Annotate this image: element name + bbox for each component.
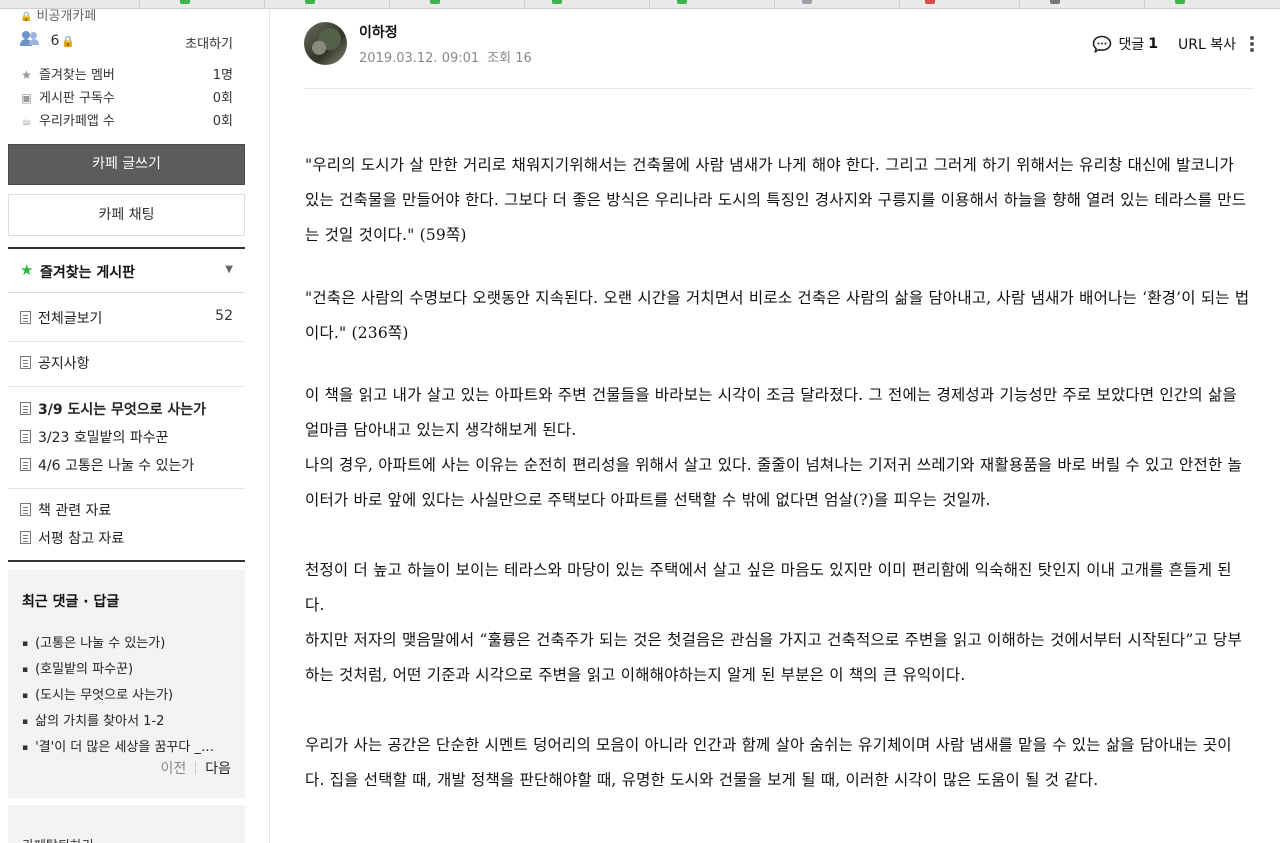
author-name[interactable]: 이하정 (359, 22, 398, 42)
stat-value: 0회 (212, 91, 233, 106)
menu-review-resources[interactable]: 서평 참고 자료 (8, 527, 245, 553)
author-avatar[interactable] (304, 22, 347, 65)
post-meta: 2019.03.12. 09:01 조회 16 (359, 47, 532, 66)
article-actions: 댓글 1 URL 복사 (1092, 33, 1254, 55)
invite-button[interactable]: 초대하기 (185, 33, 233, 52)
post-count: 52 (215, 308, 233, 324)
browser-tab[interactable] (900, 0, 1020, 8)
browser-tab-strip (0, 0, 1280, 9)
cafe-write-button[interactable]: 카페 글쓰기 (8, 144, 245, 185)
recent-comment-item[interactable]: 삶의 가치를 찾아서 1-2 (22, 710, 237, 729)
lock-icon: 🔒 (20, 12, 33, 21)
recent-comment-item[interactable]: '결'이 더 많은 세상을 꿈꾸다 _… (22, 736, 237, 755)
cafe-type-label: 🔒 비공개카페 (20, 5, 96, 21)
rss-icon: ▣ (20, 91, 33, 105)
post-views: 조회 16 (487, 51, 532, 66)
cafe-leave-link[interactable]: 카페탈퇴하기 (22, 835, 94, 843)
document-icon (20, 503, 31, 516)
more-options-icon[interactable] (1250, 36, 1254, 52)
menu-board-3-23[interactable]: 3/23 호밀밭의 파수꾼 (8, 426, 245, 452)
browser-tab[interactable] (140, 0, 265, 8)
post-date: 2019.03.12. 09:01 (359, 51, 480, 66)
stat-value: 0회 (212, 114, 233, 129)
comment-button[interactable]: 댓글 (1118, 34, 1144, 54)
menu-all-posts[interactable]: 전체글보기 52 (8, 307, 245, 333)
document-icon (20, 430, 31, 443)
browser-tab[interactable] (1020, 0, 1145, 8)
favorite-boards-toggle[interactable]: ★ 즐겨찾는 게시판 ▼ (8, 247, 245, 293)
stat-label: 즐겨찾는 멤버 (39, 68, 115, 83)
chevron-down-icon: ▼ (225, 264, 233, 275)
menu-book-resources[interactable]: 책 관련 자료 (8, 499, 245, 525)
divider (8, 386, 245, 387)
article-paragraph: 천정이 더 높고 하늘이 보이는 테라스와 마당이 있는 주택에서 살고 싶은 … (305, 561, 1232, 614)
member-count[interactable]: 6 (50, 33, 59, 49)
stat-label: 우리카페앱 수 (39, 114, 115, 129)
browser-tab[interactable] (525, 0, 650, 8)
document-icon (20, 311, 31, 324)
menu-label: 전체글보기 (38, 311, 103, 327)
cafe-type-text: 비공개카페 (36, 9, 97, 21)
article-paragraph: 이 책을 읽고 내가 살고 있는 아파트와 주변 건물들을 바라보는 시각이 조… (305, 386, 1237, 439)
divider (8, 560, 245, 562)
cafe-chat-button[interactable]: 카페 채팅 (8, 194, 245, 236)
lock-icon: 🔒 (61, 35, 76, 48)
next-button[interactable]: 다음 (205, 761, 231, 777)
menu-label: 공지사항 (38, 356, 90, 372)
menu-label: 3/9 도시는 무엇으로 사는가 (38, 402, 207, 418)
recent-comment-item[interactable]: (고통은 나눌 수 있는가) (22, 632, 237, 651)
article-paragraph: 우리가 사는 공간은 단순한 시멘트 덩어리의 모음이 아니라 인간과 함께 살… (305, 736, 1232, 789)
document-icon (20, 402, 31, 415)
article-view: 이하정 2019.03.12. 09:01 조회 16 댓글 1 URL 복사 "… (270, 9, 1280, 843)
browser-tab[interactable] (650, 0, 775, 8)
members-icon[interactable] (20, 31, 40, 47)
cafe-leave-box: 카페탈퇴하기 (8, 805, 245, 843)
stat-value: 1명 (212, 68, 233, 83)
article-paragraph: 나의 경우, 아파트에 사는 이유는 순전히 편리성을 위해서 살고 있다. 줄… (305, 456, 1243, 509)
star-icon: ★ (21, 68, 32, 82)
menu-board-4-6[interactable]: 4/6 고통은 나눌 수 있는가 (8, 454, 245, 480)
recent-comment-item[interactable]: (호밀밭의 파수꾼) (22, 658, 237, 677)
divider (8, 488, 245, 489)
recent-comments-panel: 최근 댓글 · 답글 (고통은 나눌 수 있는가) (호밀밭의 파수꾼) (도시… (8, 570, 245, 798)
menu-label: 4/6 고통은 나눌 수 있는가 (38, 458, 195, 474)
stat-board-subscriptions[interactable]: ▣ 게시판 구독수 0회 (20, 87, 233, 107)
recent-comments-title: 최근 댓글 · 답글 (22, 594, 120, 610)
divider (8, 341, 245, 342)
prev-button[interactable]: 이전 (160, 761, 186, 777)
menu-notice[interactable]: 공지사항 (8, 352, 245, 378)
divider (195, 762, 197, 774)
browser-tab[interactable] (390, 0, 525, 8)
stat-app-count[interactable]: ☕ 우리카페앱 수 0회 (20, 110, 233, 130)
menu-board-3-9[interactable]: 3/9 도시는 무엇으로 사는가 (8, 398, 245, 424)
favorite-boards-label: 즐겨찾는 게시판 (40, 265, 136, 281)
comment-count: 1 (1148, 36, 1158, 52)
recent-comments-pager: 이전 다음 (160, 758, 231, 778)
article-paragraph: "건축은 사람의 수명보다 오랫동안 지속된다. 오랜 시간을 거치면서 비로소… (305, 289, 1250, 342)
menu-label: 3/23 호밀밭의 파수꾼 (38, 430, 169, 446)
star-icon: ★ (20, 261, 34, 279)
article-paragraph: "우리의 도시가 살 만한 거리로 채워지기위해서는 건축물에 사람 냄새가 나… (305, 156, 1247, 244)
recent-comment-item[interactable]: (도시는 무엇으로 사는가) (22, 684, 237, 703)
url-copy-button[interactable]: URL 복사 (1178, 34, 1236, 54)
cafe-sidebar: 🔒 비공개카페 6 🔒 초대하기 ★ 즐겨찾는 멤버 1명 ▣ 게시판 구독수 0회 ☕… (0, 9, 270, 843)
menu-label: 책 관련 자료 (38, 503, 112, 519)
stat-label: 게시판 구독수 (39, 91, 115, 106)
app-icon: ☕ (21, 114, 32, 128)
menu-label: 서평 참고 자료 (38, 531, 125, 547)
naver-favicon (1175, 0, 1185, 4)
browser-tab[interactable] (775, 0, 900, 8)
document-icon (20, 356, 31, 369)
article-paragraph: 하지만 저자의 맺음말에서 “훌륭은 건축주가 되는 것은 첫걸음은 관심을 가… (305, 631, 1242, 684)
header-divider (304, 88, 1254, 89)
comment-icon[interactable] (1092, 35, 1112, 53)
document-icon (20, 531, 31, 544)
browser-tab[interactable] (265, 0, 390, 8)
document-icon (20, 458, 31, 471)
member-row: 6 🔒 초대하기 (20, 31, 233, 53)
stat-favorite-members[interactable]: ★ 즐겨찾는 멤버 1명 (20, 64, 233, 84)
